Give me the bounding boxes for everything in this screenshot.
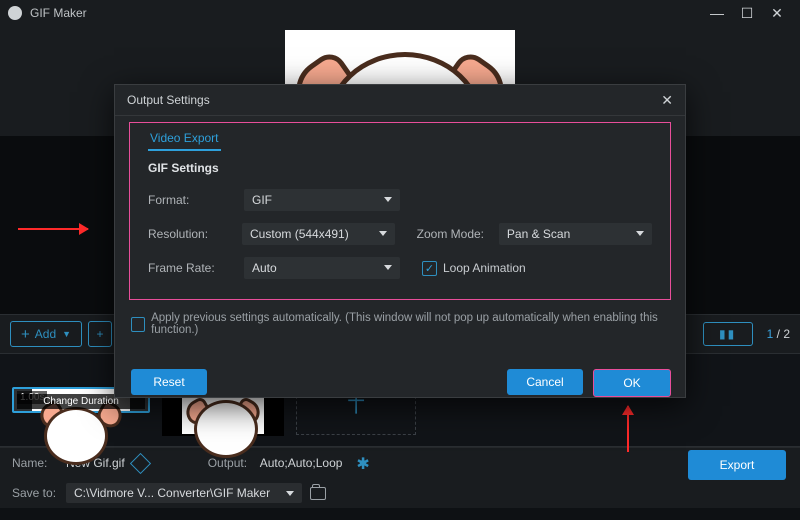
output-label: Output:: [208, 456, 260, 470]
chevron-down-icon: [384, 265, 392, 270]
apply-previous-checkbox[interactable]: ✓: [131, 317, 145, 332]
format-select[interactable]: GIF: [244, 189, 400, 211]
close-window-button[interactable]: ✕: [762, 3, 792, 23]
row-resolution: Resolution: Custom (544x491) Zoom Mode: …: [148, 217, 652, 251]
resolution-label: Resolution:: [148, 227, 242, 241]
highlight-box: Video Export GIF Settings Format: GIF Re…: [129, 122, 671, 300]
loop-animation-checkbox[interactable]: ✓: [422, 261, 437, 276]
maximize-button[interactable]: ☐: [732, 3, 762, 23]
dialog-close-button[interactable]: ✕: [661, 92, 673, 109]
open-folder-icon[interactable]: [310, 487, 326, 500]
output-settings-dialog: Output Settings ✕ Video Export GIF Setti…: [114, 84, 686, 398]
row-saveto: Save to: C:\Vidmore V... Converter\GIF M…: [0, 478, 800, 508]
dialog-title: Output Settings: [127, 93, 210, 107]
row-name-output: Name: New Gif.gif Output: Auto;Auto;Loop: [0, 447, 800, 478]
format-value: GIF: [252, 193, 272, 207]
app-title: GIF Maker: [30, 6, 87, 20]
cancel-button[interactable]: Cancel: [507, 369, 583, 395]
app-icon: [8, 6, 22, 20]
framerate-value: Auto: [252, 261, 277, 275]
saveto-value: C:\Vidmore V... Converter\GIF Maker: [74, 486, 270, 500]
chevron-down-icon: [636, 231, 644, 236]
row-format: Format: GIF: [148, 183, 652, 217]
framerate-label: Frame Rate:: [148, 261, 244, 275]
zoom-select[interactable]: Pan & Scan: [499, 223, 652, 245]
framerate-select[interactable]: Auto: [244, 257, 400, 279]
dialog-header: Output Settings ✕: [115, 85, 685, 116]
saveto-select[interactable]: C:\Vidmore V... Converter\GIF Maker: [66, 483, 302, 503]
edit-name-icon[interactable]: [130, 452, 151, 473]
titlebar: GIF Maker — ☐ ✕: [0, 0, 800, 26]
export-button-label: Export: [720, 458, 755, 472]
annotation-arrow-ok: [627, 406, 629, 452]
zoom-label: Zoom Mode:: [417, 227, 499, 241]
chevron-down-icon: [379, 231, 387, 236]
dialog-buttons: Reset Cancel OK: [115, 363, 685, 397]
export-button[interactable]: Export: [688, 450, 786, 480]
ok-button[interactable]: OK: [593, 369, 671, 397]
zoom-value: Pan & Scan: [507, 227, 570, 241]
minimize-button[interactable]: —: [702, 3, 732, 23]
chevron-down-icon: [286, 491, 294, 496]
modal-overlay: Output Settings ✕ Video Export GIF Setti…: [0, 84, 800, 408]
row-framerate: Frame Rate: Auto ✓ Loop Animation: [148, 251, 652, 285]
chevron-down-icon: [384, 197, 392, 202]
output-value: Auto;Auto;Loop: [260, 456, 343, 470]
apply-previous-label: Apply previous settings automatically. (…: [151, 312, 669, 336]
loop-animation-label: Loop Animation: [443, 261, 526, 275]
row-apply-previous: ✓ Apply previous settings automatically.…: [131, 312, 669, 336]
format-label: Format:: [148, 193, 244, 207]
resolution-select[interactable]: Custom (544x491): [242, 223, 395, 245]
resolution-value: Custom (544x491): [250, 227, 349, 241]
output-settings-icon[interactable]: [356, 456, 370, 470]
section-heading: GIF Settings: [148, 161, 652, 175]
tab-video-export[interactable]: Video Export: [148, 129, 221, 151]
saveto-label: Save to:: [12, 486, 66, 500]
reset-button[interactable]: Reset: [131, 369, 207, 395]
